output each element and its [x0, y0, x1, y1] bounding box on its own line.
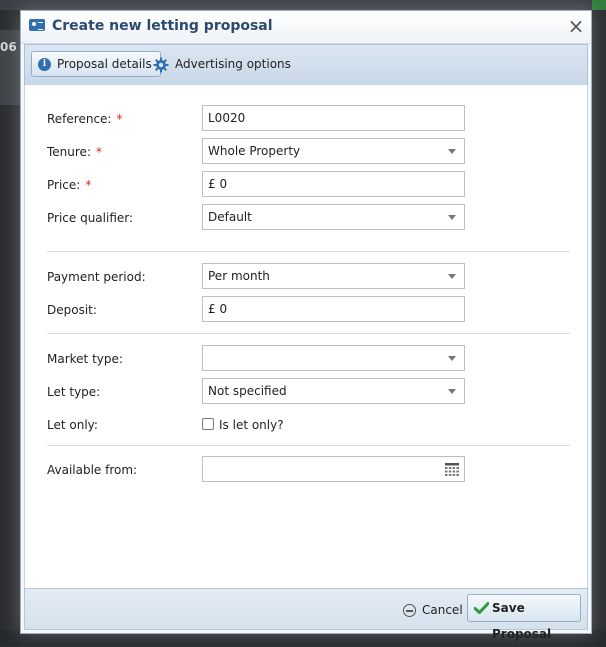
tenure-value: Whole Property [208, 144, 301, 158]
price-input[interactable]: £ 0 [202, 171, 465, 197]
let-only-checkbox-label[interactable]: Is let only? [219, 418, 284, 432]
tenure-label: Tenure: * [47, 145, 102, 159]
info-icon: i [38, 58, 51, 71]
let-type-row: Let type: Not specified [47, 378, 567, 406]
section-divider [47, 333, 570, 334]
price-qualifier-label: Price qualifier: [47, 211, 134, 225]
save-label: Save Proposal [492, 601, 552, 641]
deposit-row: Deposit: £ 0 [47, 296, 567, 324]
background-app-text: 06 [0, 40, 17, 54]
background-app-header [0, 0, 606, 10]
chevron-down-icon [448, 274, 456, 279]
dialog-footer: Cancel Save Proposal [24, 588, 588, 641]
price-qualifier-select[interactable]: Default [202, 204, 465, 230]
let-only-row: Let only: Is let only? [47, 411, 567, 439]
dialog-titlebar: Create new letting proposal × [21, 11, 591, 44]
chevron-down-icon [448, 356, 456, 361]
payment-period-value: Per month [208, 269, 270, 283]
tab-proposal-details[interactable]: i Proposal details [31, 51, 161, 77]
deposit-input[interactable]: £ 0 [202, 296, 465, 322]
tab-label: Proposal details [57, 57, 152, 71]
section-divider [47, 251, 570, 252]
id-card-icon [29, 19, 45, 31]
tenure-select[interactable]: Whole Property [202, 138, 465, 164]
gear-icon [153, 57, 169, 72]
reference-input[interactable]: L0020 [202, 105, 465, 131]
required-mark: * [85, 178, 92, 192]
required-mark: * [95, 145, 102, 159]
price-row: Price: * £ 0 [47, 171, 567, 199]
reference-row: Reference: * L0020 [47, 105, 567, 133]
reference-label: Reference: * [47, 112, 122, 126]
proposal-details-form: Reference: * L0020 Tenure: * Whole Propert… [24, 85, 588, 589]
market-type-label: Market type: [47, 352, 123, 366]
price-qualifier-row: Price qualifier: Default [47, 204, 567, 232]
required-mark: * [116, 112, 123, 126]
section-divider [47, 445, 570, 446]
available-from-date-input[interactable] [202, 456, 465, 482]
market-type-select[interactable] [202, 345, 465, 371]
let-type-select[interactable]: Not specified [202, 378, 465, 404]
tenure-row: Tenure: * Whole Property [47, 138, 567, 166]
tab-bar: i Proposal details Advertising options [24, 44, 588, 86]
calendar-icon[interactable] [445, 463, 459, 476]
chevron-down-icon [448, 389, 456, 394]
letting-proposal-dialog: Create new letting proposal × i Proposal … [20, 10, 592, 641]
save-proposal-button[interactable]: Save Proposal [467, 594, 581, 641]
payment-period-label: Payment period: [47, 270, 146, 284]
close-icon[interactable]: × [565, 15, 587, 37]
payment-period-row: Payment period: Per month [47, 263, 567, 291]
chevron-down-icon [448, 149, 456, 154]
tab-advertising-options[interactable]: Advertising options [147, 51, 299, 77]
cancel-button[interactable]: Cancel [403, 601, 463, 619]
available-from-row: Available from: [47, 456, 567, 484]
price-label-text: Price: [47, 178, 81, 192]
price-label: Price: * [47, 178, 91, 192]
let-only-label: Let only: [47, 418, 98, 432]
let-type-label: Let type: [47, 385, 101, 399]
background-app-badge [592, 0, 606, 10]
market-type-row: Market type: [47, 345, 567, 373]
dialog-title: Create new letting proposal [52, 18, 273, 34]
tenure-label-text: Tenure: [47, 145, 91, 159]
available-from-label: Available from: [47, 463, 138, 477]
let-only-checkbox[interactable] [202, 418, 214, 430]
price-qualifier-value: Default [208, 210, 252, 224]
reference-label-text: Reference: [47, 112, 112, 126]
chevron-down-icon [448, 215, 456, 220]
deposit-label: Deposit: [47, 303, 97, 317]
tab-label: Advertising options [175, 57, 291, 71]
cancel-icon [403, 604, 416, 617]
checkmark-icon [474, 602, 489, 614]
payment-period-select[interactable]: Per month [202, 263, 465, 289]
let-type-value: Not specified [208, 384, 287, 398]
cancel-label: Cancel [422, 603, 463, 617]
